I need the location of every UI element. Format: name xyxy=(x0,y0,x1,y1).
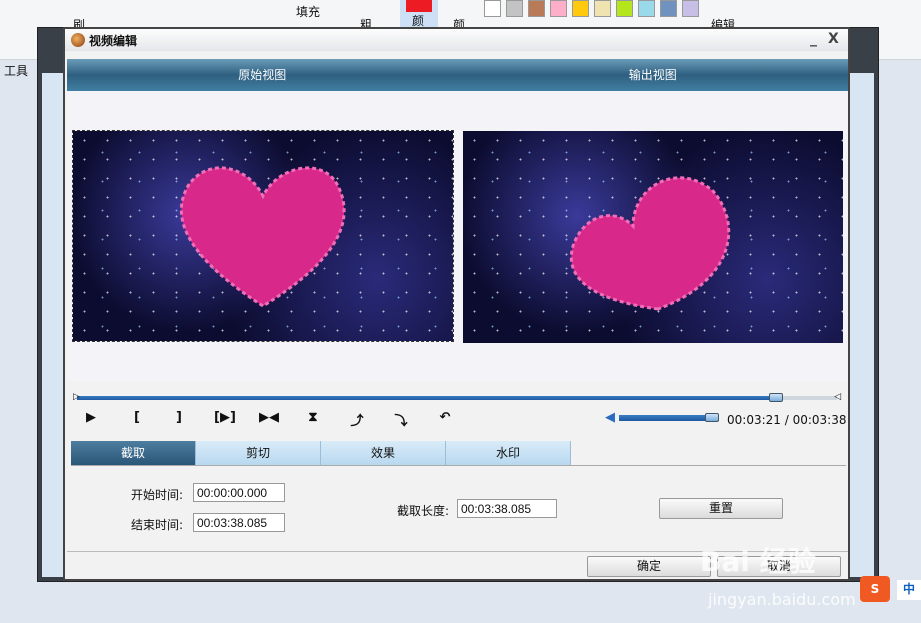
color-swatch[interactable] xyxy=(528,0,545,17)
color-swatch[interactable] xyxy=(550,0,567,17)
play-selection-icon[interactable]: [▶] xyxy=(213,410,237,425)
tab-3[interactable]: 水印 xyxy=(446,441,571,465)
start-time-label: 开始时间: xyxy=(131,488,184,502)
goto-icon[interactable]: ▶◀ xyxy=(257,410,281,425)
undo-icon[interactable]: ↶ xyxy=(433,410,457,425)
ok-button[interactable]: 确定 xyxy=(587,556,711,577)
start-time-input[interactable]: 00:00:00.000 xyxy=(193,483,285,502)
color-swatch[interactable] xyxy=(506,0,523,17)
title-bar: 视频编辑 _ X xyxy=(65,29,848,51)
color-swatch[interactable] xyxy=(682,0,699,17)
length-label: 截取长度: xyxy=(397,504,450,518)
app-icon xyxy=(71,33,85,47)
end-time-input[interactable]: 00:03:38.085 xyxy=(193,513,285,532)
close-button[interactable]: X xyxy=(828,31,839,47)
dialog-title: 视频编辑 xyxy=(89,33,138,48)
tab-0[interactable]: 截取 xyxy=(71,441,196,465)
color-swatch[interactable] xyxy=(484,0,501,17)
tab-2[interactable]: 效果 xyxy=(321,441,446,465)
rotate-right-icon[interactable]: ⤴ xyxy=(345,410,369,429)
edit-tabs: 截取 剪切 效果 水印 xyxy=(71,441,846,466)
view-area xyxy=(67,91,848,381)
speaker-icon[interactable]: ◀ xyxy=(605,410,615,425)
original-video[interactable] xyxy=(72,130,454,342)
baidu-watermark: Bai 经验 xyxy=(700,545,816,578)
end-time-label: 结束时间: xyxy=(131,518,184,532)
play-icon[interactable]: ▶ xyxy=(79,410,103,425)
seek-knob[interactable] xyxy=(769,393,784,402)
output-view-label: 输出视图 xyxy=(628,68,677,82)
range-end-handle[interactable]: ◁ xyxy=(834,392,841,402)
tools-label: 工具 xyxy=(4,64,29,78)
video-edit-dialog: 视频编辑 _ X 原始视图 输出视图 ▷ ◁ ▶ [] [▶] ▶◀ ⧗ ⤴ ⤵ ↶ ◀ 00… xyxy=(63,27,850,581)
original-view-label: 原始视图 xyxy=(238,68,287,82)
color-swatch[interactable] xyxy=(660,0,677,17)
color-swatch[interactable] xyxy=(572,0,589,17)
fill-button[interactable]: 填充 xyxy=(296,3,320,20)
volume-control: ◀ xyxy=(605,410,719,425)
tab-1[interactable]: 剪切 xyxy=(196,441,321,465)
ime-icon[interactable]: S xyxy=(860,576,890,602)
length-input[interactable]: 00:03:38.085 xyxy=(457,499,557,518)
mark-out-icon[interactable]: ] xyxy=(167,410,191,425)
color-swatch[interactable] xyxy=(594,0,611,17)
time-readout: 00:03:21 / 00:03:38 xyxy=(727,413,847,427)
volume-knob[interactable] xyxy=(705,412,719,422)
rotate-left-icon[interactable]: ⤵ xyxy=(389,410,413,429)
color1-button[interactable]: 颜 xyxy=(400,0,438,30)
color-swatch[interactable] xyxy=(616,0,633,17)
mark-in-icon[interactable]: [ xyxy=(125,410,149,425)
seek-slider[interactable]: ▷ ◁ xyxy=(73,392,841,402)
reset-button[interactable]: 重置 xyxy=(659,498,783,519)
range-start-handle[interactable]: ▷ xyxy=(73,392,80,402)
minimize-button[interactable]: _ xyxy=(810,31,817,47)
output-video xyxy=(463,131,843,343)
flip-vertical-icon[interactable]: ⧗ xyxy=(301,410,325,425)
language-indicator[interactable]: 中 xyxy=(897,580,921,600)
view-header: 原始视图 输出视图 xyxy=(67,59,848,91)
watermark-url: jingyan.baidu.com xyxy=(708,590,856,609)
color-swatch[interactable] xyxy=(638,0,655,17)
volume-slider[interactable] xyxy=(619,412,719,422)
